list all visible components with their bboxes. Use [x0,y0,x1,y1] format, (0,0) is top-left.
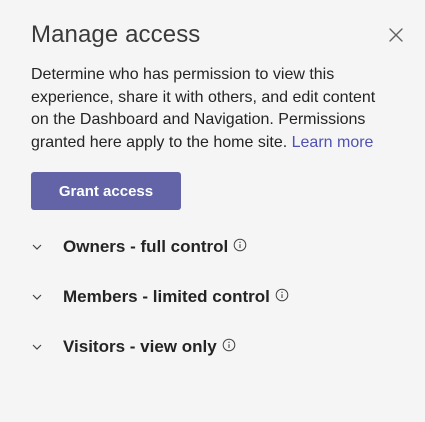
close-icon [389,28,403,42]
info-icon[interactable] [233,238,247,252]
manage-access-panel: Manage access Determine who has permissi… [0,0,425,422]
group-label-visitors: Visitors - view only [63,337,217,356]
dialog-title: Manage access [31,21,201,48]
info-icon[interactable] [222,338,236,352]
group-visitors[interactable]: Visitors - view only [31,322,401,372]
learn-more-link[interactable]: Learn more [292,134,374,151]
close-button[interactable] [387,26,405,44]
chevron-down-icon [31,291,43,303]
group-members[interactable]: Members - limited control [31,272,401,322]
grant-access-button[interactable]: Grant access [31,172,181,210]
chevron-down-icon [31,341,43,353]
chevron-down-icon [31,241,43,253]
group-label-owners: Owners - full control [63,237,229,256]
group-owners[interactable]: Owners - full control [31,222,401,272]
info-icon[interactable] [275,288,289,302]
permission-groups: Owners - full control Members - limited … [31,222,401,372]
group-label-members: Members - limited control [63,287,270,306]
dialog-description: Determine who has permission to view thi… [31,64,391,154]
